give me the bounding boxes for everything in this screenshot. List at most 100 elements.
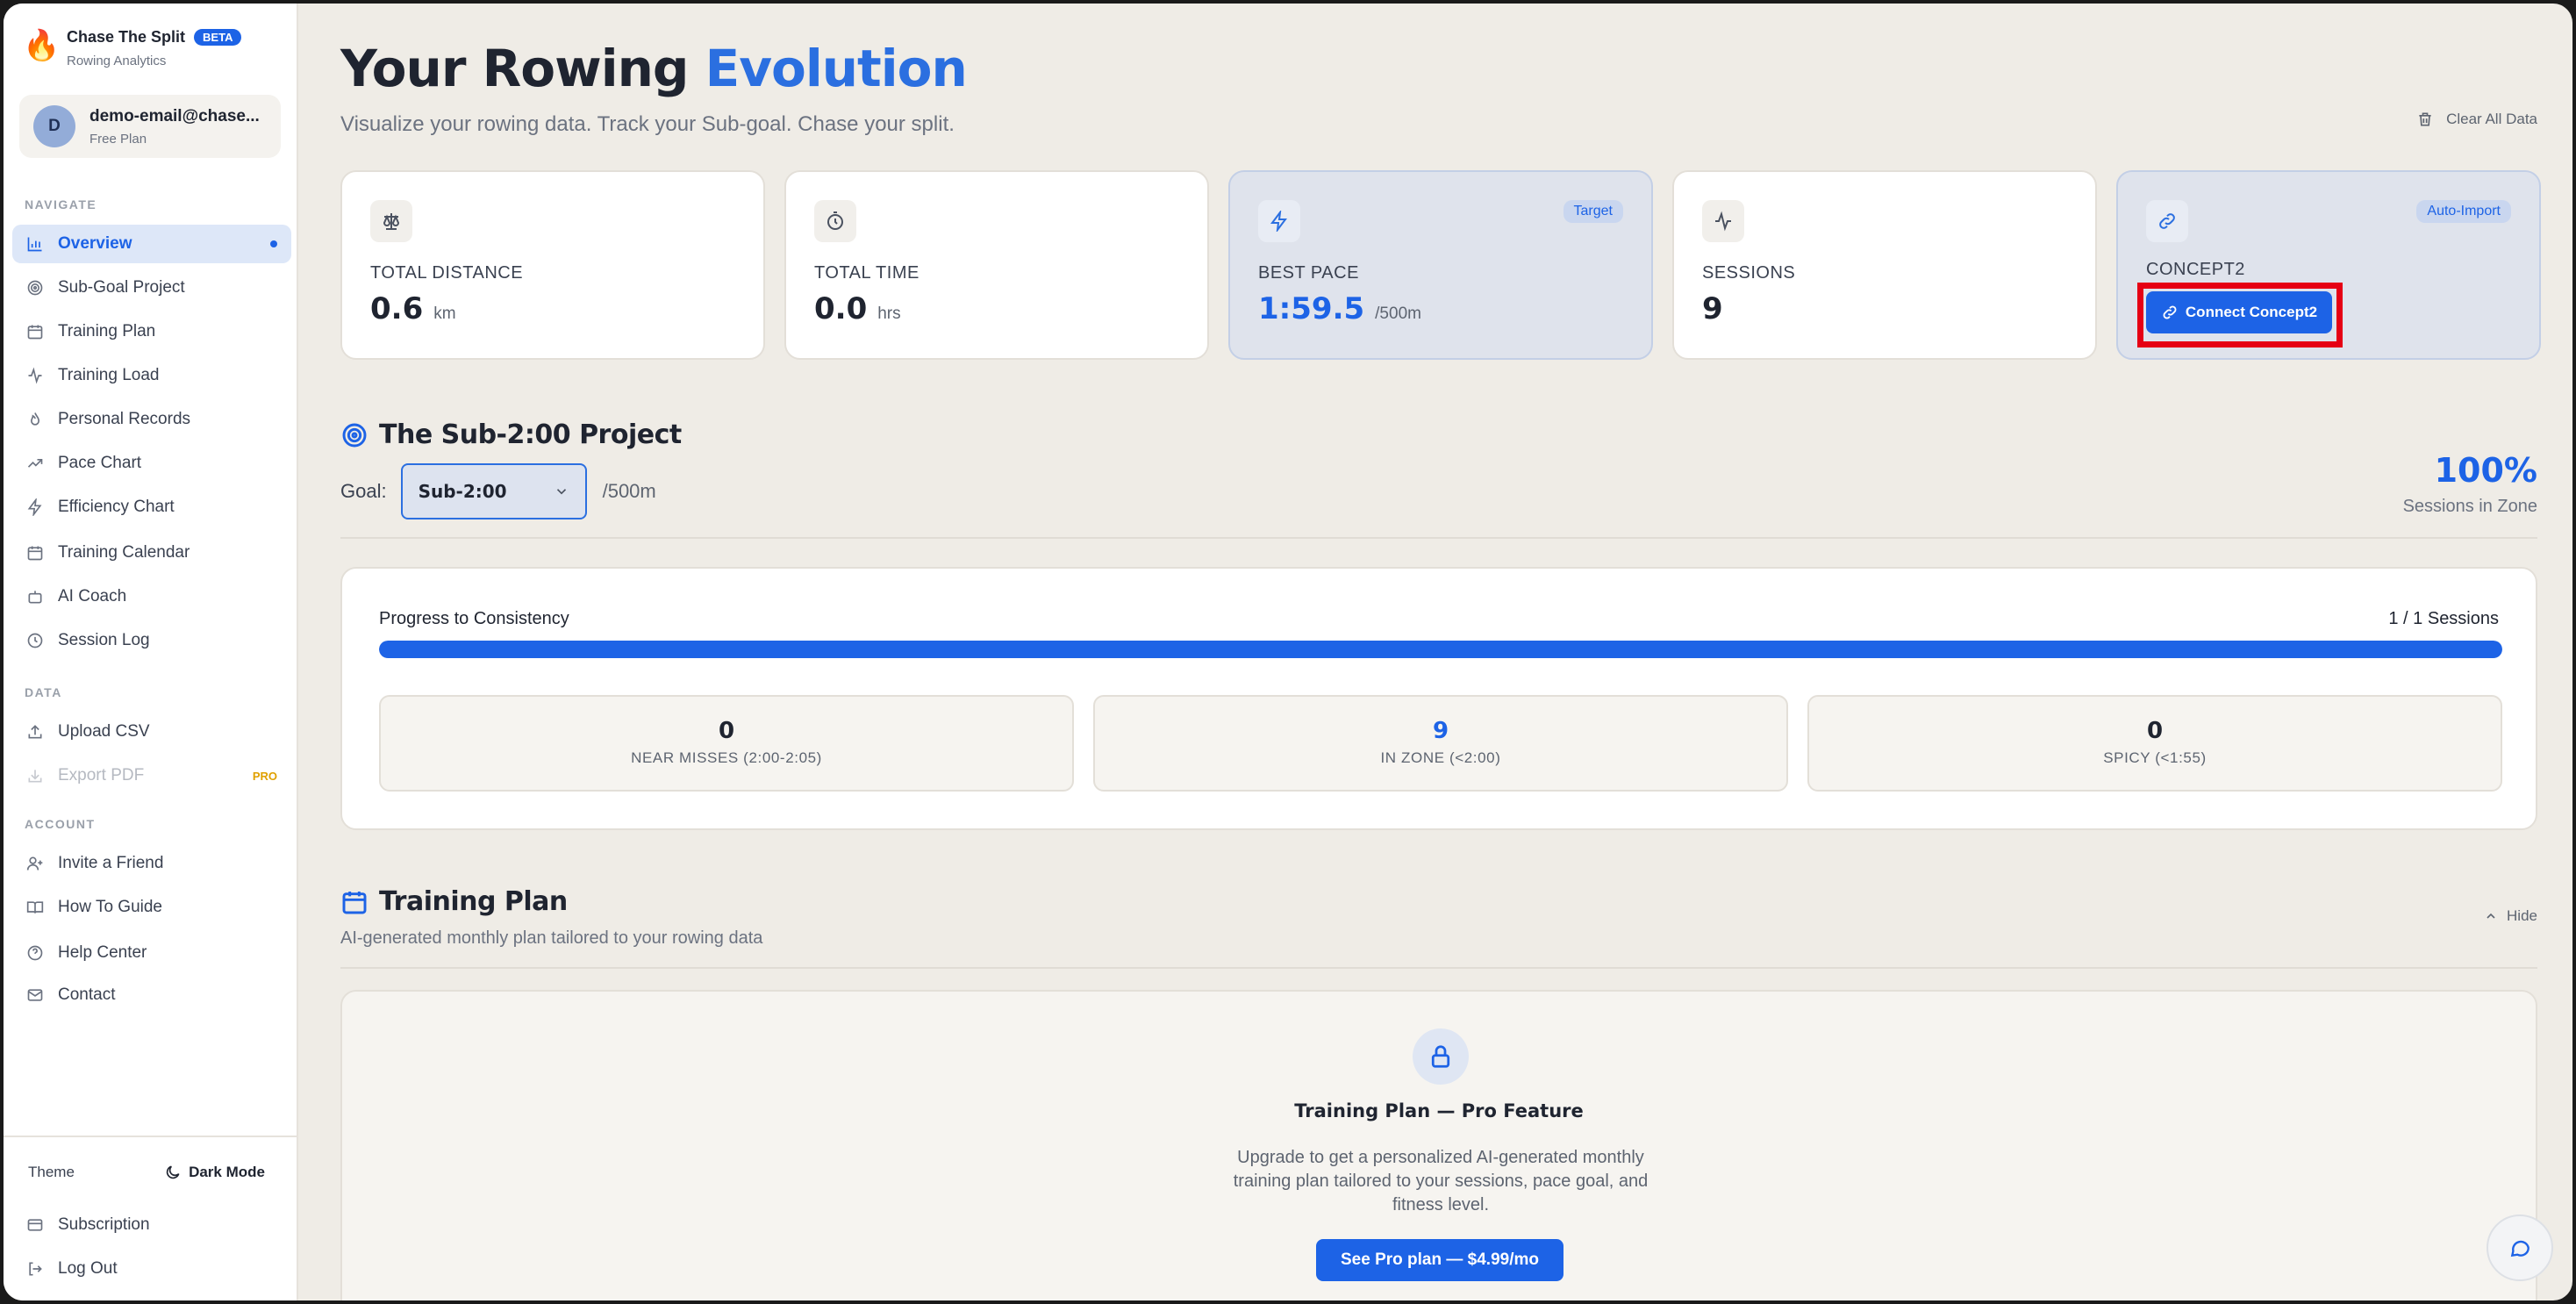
credit-card-icon	[27, 1219, 43, 1231]
user-plus-icon	[26, 856, 43, 871]
zone-near-misses: 0 NEAR MISSES (2:00-2:05)	[379, 695, 1074, 792]
brand-subtitle: Rowing Analytics	[67, 54, 167, 68]
logout-button[interactable]: Log Out	[12, 1250, 291, 1288]
clock-icon	[27, 633, 43, 648]
stat-value: 1:59.5	[1258, 291, 1365, 326]
stat-card-sessions: SESSIONS 9	[1672, 170, 2097, 360]
sidebar-item-label: Subscription	[58, 1215, 150, 1234]
stat-card-total-time: TOTAL TIME 0.0 hrs	[784, 170, 1209, 360]
section-divider	[340, 537, 2537, 539]
sidebar-item-label: Invite a Friend	[58, 854, 164, 872]
sidebar-item-label: Sub-Goal Project	[58, 278, 185, 297]
app-window: 🔥 Chase The Split BETA Rowing Analytics …	[4, 4, 2572, 1300]
progress-bar	[379, 641, 2502, 658]
calendar-icon	[342, 891, 367, 914]
target-icon	[27, 280, 43, 296]
clear-all-data-button[interactable]: Clear All Data	[2416, 111, 2537, 128]
zone-value: 9	[1432, 718, 1449, 744]
sidebar-item-training-load[interactable]: Training Load	[12, 356, 291, 395]
zone-label: IN ZONE (<2:00)	[1380, 749, 1501, 766]
dark-mode-toggle[interactable]: Dark Mode	[164, 1164, 265, 1181]
bot-icon	[28, 591, 42, 604]
log-out-icon	[29, 1262, 42, 1276]
sidebar: 🔥 Chase The Split BETA Rowing Analytics …	[4, 4, 298, 1300]
training-plan-title: Training Plan	[379, 886, 568, 917]
avatar: D	[33, 105, 75, 147]
zap-icon	[27, 498, 42, 516]
pro-feature-title: Training Plan — Pro Feature	[1294, 1100, 1584, 1121]
sidebar-item-help-center[interactable]: Help Center	[12, 934, 291, 972]
account-section-label: ACCOUNT	[25, 817, 96, 831]
flame-icon	[30, 412, 40, 426]
sidebar-item-label: Log Out	[58, 1259, 118, 1278]
sidebar-item-training-calendar[interactable]: Training Calendar	[12, 534, 291, 572]
sidebar-item-session-log[interactable]: Session Log	[12, 621, 291, 660]
mail-icon	[27, 989, 43, 1001]
stat-label: TOTAL TIME	[814, 263, 919, 283]
stat-label: SESSIONS	[1702, 263, 1796, 283]
sidebar-item-label: Training Plan	[58, 322, 156, 340]
data-section-label: DATA	[25, 685, 62, 699]
zone-label: NEAR MISSES (2:00-2:05)	[631, 749, 822, 766]
training-plan-subtitle: AI-generated monthly plan tailored to yo…	[340, 928, 763, 948]
progress-label: Progress to Consistency	[379, 609, 569, 628]
sidebar-item-efficiency-chart[interactable]: Efficiency Chart	[12, 488, 291, 527]
sidebar-item-subscription[interactable]: Subscription	[12, 1206, 291, 1244]
sidebar-item-overview[interactable]: Overview	[12, 225, 291, 263]
auto-import-badge: Auto-Import	[2416, 200, 2511, 223]
sidebar-item-label: Personal Records	[58, 410, 191, 428]
connect-concept2-button[interactable]: Connect Concept2	[2146, 291, 2332, 333]
user-card[interactable]: D demo-email@chase... Free Plan	[19, 95, 281, 158]
subgoal-title: The Sub-2:00 Project	[379, 419, 682, 450]
sidebar-item-training-plan[interactable]: Training Plan	[12, 312, 291, 351]
stat-unit: /500m	[1375, 305, 1421, 323]
trash-icon	[2419, 112, 2431, 126]
stopwatch-icon	[827, 211, 843, 230]
sidebar-item-label: Training Load	[58, 366, 160, 384]
stat-label: TOTAL DISTANCE	[370, 263, 524, 283]
brand[interactable]: 🔥 Chase The Split BETA Rowing Analytics	[23, 28, 242, 68]
sidebar-item-upload-csv[interactable]: Upload CSV	[12, 713, 291, 751]
training-plan-header: Training Plan	[340, 886, 568, 917]
sidebar-item-pace-chart[interactable]: Pace Chart	[12, 444, 291, 483]
sidebar-item-invite-friend[interactable]: Invite a Friend	[12, 844, 291, 883]
sidebar-item-label: Export PDF	[58, 766, 145, 785]
pro-feature-card: Training Plan — Pro Feature Upgrade to g…	[340, 990, 2537, 1300]
chat-button[interactable]	[2487, 1214, 2553, 1281]
download-icon	[28, 770, 42, 783]
activity-icon	[28, 367, 42, 384]
stat-value: 9	[1702, 291, 1723, 326]
progress-bar-fill	[379, 641, 2502, 658]
progress-count: 1 / 1 Sessions	[2388, 609, 2499, 628]
subgoal-header: The Sub-2:00 Project	[340, 419, 682, 450]
hide-button[interactable]: Hide	[2484, 907, 2537, 925]
see-pro-plan-button[interactable]: See Pro plan — $4.99/mo	[1316, 1239, 1563, 1281]
sessions-in-zone-label: Sessions in Zone	[2402, 497, 2537, 516]
sidebar-item-ai-coach[interactable]: AI Coach	[12, 577, 291, 616]
zone-in-zone: 9 IN ZONE (<2:00)	[1093, 695, 1788, 792]
stat-unit: hrs	[877, 305, 901, 323]
sidebar-item-how-to-guide[interactable]: How To Guide	[12, 888, 291, 927]
main-content: Your Rowing Evolution Visualize your row…	[298, 4, 2572, 1300]
dark-mode-label: Dark Mode	[189, 1164, 265, 1180]
sidebar-item-label: Training Calendar	[58, 543, 190, 562]
stat-value: 0.0	[814, 291, 868, 326]
scale-icon	[383, 213, 400, 230]
goal-select-value: Sub-2:00	[418, 481, 507, 502]
sidebar-item-sub-goal-project[interactable]: Sub-Goal Project	[12, 269, 291, 307]
brand-name: Chase The Split	[67, 28, 186, 46]
help-circle-icon	[27, 945, 43, 961]
sidebar-item-personal-records[interactable]: Personal Records	[12, 400, 291, 439]
sidebar-item-export-pdf[interactable]: Export PDF PRO	[12, 756, 291, 795]
goal-label: Goal:	[340, 480, 387, 502]
sidebar-item-contact[interactable]: Contact	[12, 976, 291, 1014]
user-email: demo-email@chase...	[89, 106, 260, 125]
sidebar-item-label: Contact	[58, 985, 116, 1004]
lock-icon	[1431, 1045, 1450, 1068]
sidebar-footer-divider	[4, 1136, 298, 1137]
goal-select[interactable]: Sub-2:00	[400, 463, 587, 519]
book-icon	[26, 901, 44, 914]
pro-tag: PRO	[252, 769, 277, 783]
chevron-up-icon	[2487, 913, 2495, 919]
zap-icon	[1270, 211, 1287, 232]
